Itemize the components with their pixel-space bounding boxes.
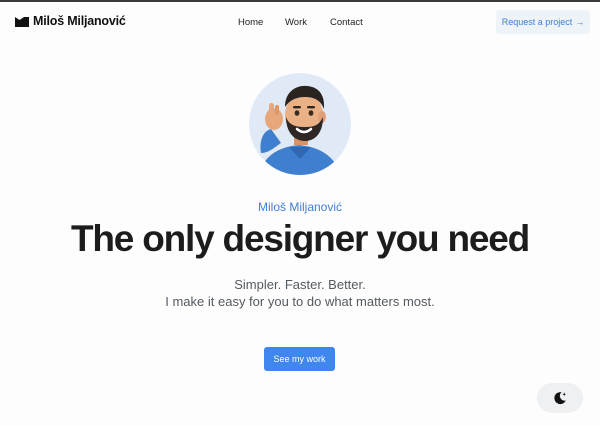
moon-stars-icon [554,392,566,405]
brand-name: Miloš Miljanović [33,14,126,28]
memoji-avatar [259,85,341,175]
site-header: Miloš Miljanović Home Work Contact Reque… [0,2,600,40]
nav-work[interactable]: Work [285,17,307,28]
theme-toggle-button[interactable] [537,383,583,413]
request-project-label: Request a project [501,17,573,27]
hero-title: The only designer you need [70,218,530,259]
hero-subtitle-line-1: Simpler. Faster. Better. [234,277,366,292]
avatar [249,73,351,175]
hero-eyebrow: Miloš Miljanović [257,200,343,214]
see-my-work-button[interactable]: See my work [264,347,335,371]
nav-contact[interactable]: Contact [330,17,363,28]
brand-link[interactable]: Miloš Miljanović [15,14,126,28]
arrow-right-icon: → [575,17,585,27]
nav-home[interactable]: Home [238,17,263,28]
hero-subtitle-line-2: I make it easy for you to do what matter… [165,294,435,309]
logo-icon [15,16,29,27]
request-project-button[interactable]: Request a project → [496,10,590,34]
